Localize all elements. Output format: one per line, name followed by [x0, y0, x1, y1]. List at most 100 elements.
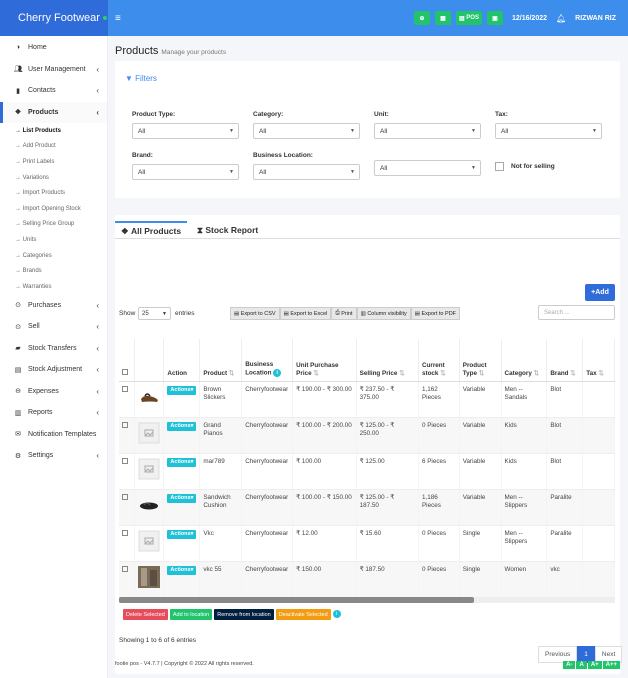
tax [582, 417, 615, 454]
row-checkbox[interactable] [122, 385, 128, 392]
row-checkbox[interactable] [122, 529, 128, 536]
export-excel-button[interactable]: ▤ Export to Excel [279, 307, 332, 320]
not-for-selling-checkbox[interactable] [495, 162, 504, 171]
tab-all-products[interactable]: ❖ All Products [115, 221, 188, 239]
business-location-select[interactable]: All ▼ [253, 164, 360, 180]
actions-dropdown-button[interactable]: Actions▾ [167, 457, 197, 467]
column-visibility-button[interactable]: ▥ Column visibility [356, 307, 411, 320]
header-unit-purchase-price[interactable]: Unit Purchase Price ⇅ [292, 339, 357, 382]
select-all-checkbox[interactable] [122, 368, 128, 375]
table-row[interactable]: Actions▾ vkc 55 Cherryfootwear ₹ 150.00 ₹ 18… [119, 561, 615, 598]
actions-dropdown-button[interactable]: Actions▾ [167, 421, 197, 431]
product-thumbnail [134, 417, 165, 454]
sidebar-item-settings[interactable]: ⚙ Settings ‹ [0, 445, 107, 467]
sidebar-item-stock-adjustment[interactable]: ▤ Stock Adjustment ‹ [0, 359, 107, 381]
actions-dropdown-button[interactable]: Actions▾ [167, 565, 197, 575]
unit-purchase-price: ₹ 150.00 [292, 561, 357, 598]
tax-select[interactable]: All ▼ [495, 123, 602, 139]
table-row[interactable]: Actions▾ Brown Slickers Cherryfootwear ₹ 19… [119, 381, 615, 418]
add-circle-button[interactable]: ⊕ [413, 11, 430, 25]
pos-button[interactable]: ▤ POS [455, 11, 482, 25]
app-brand[interactable]: Cherry Footwear [0, 0, 108, 36]
search-input[interactable]: Search ... [538, 305, 615, 320]
font-reset-button[interactable]: A [576, 661, 587, 669]
sidebar-item-home[interactable]: ◑ Home [0, 37, 107, 59]
sidebar-subitem-brands[interactable]: → Brands [0, 263, 107, 279]
scrollbar-thumb[interactable] [119, 597, 474, 603]
arrow-right-icon: → [15, 190, 23, 197]
sidebar-item-purchases[interactable]: ⊙ Purchases ‹ [0, 295, 107, 317]
header-tax[interactable]: Tax ⇅ [582, 339, 615, 382]
header-current-stock[interactable]: Current stock ⇅ [418, 339, 460, 382]
header-product-type[interactable]: Product Type ⇅ [459, 339, 502, 382]
sidebar-item-expenses[interactable]: ⊖ Expenses ‹ [0, 381, 107, 403]
business-location: Cherryfootwear [241, 381, 294, 418]
sidebar-item-sell[interactable]: ⊙ Sell ‹ [0, 316, 107, 338]
not-for-selling-label: Not for selling [511, 163, 555, 170]
bell-icon[interactable]: 🔔︎ [556, 14, 566, 23]
info-icon[interactable]: i [332, 610, 341, 618]
sidebar-subitem-warranties[interactable]: → Warranties [0, 279, 107, 295]
sidebar-item-user-management[interactable]: 👥︎ User Management ‹ [0, 59, 107, 81]
actions-dropdown-button[interactable]: Actions▾ [167, 385, 197, 395]
sidebar-subitem-categories[interactable]: → Categories [0, 248, 107, 264]
actions-dropdown-button[interactable]: Actions▾ [167, 493, 197, 503]
font-increase-more-button[interactable]: A++ [602, 661, 620, 669]
category-select[interactable]: All ▼ [253, 123, 360, 139]
header-selling-price[interactable]: Selling Price ⇅ [356, 339, 419, 382]
arrow-right-icon: → [15, 127, 23, 134]
filters-toggle[interactable]: ▼ Filters [125, 74, 157, 83]
actions-dropdown-button[interactable]: Actions▾ [167, 529, 197, 539]
select-all-header[interactable] [119, 339, 136, 382]
sidebar-item-contacts[interactable]: ▮ Contacts ‹ [0, 80, 107, 102]
sidebar-subitem-variations[interactable]: → Variations [0, 170, 107, 186]
horizontal-scrollbar[interactable] [119, 597, 615, 603]
header-business-location[interactable]: Business Location i [241, 339, 294, 382]
row-checkbox[interactable] [122, 457, 128, 464]
unit-select[interactable]: All ▼ [374, 123, 481, 139]
sidebar-subitem-list-products[interactable]: → List Products [0, 123, 107, 139]
table-row[interactable]: Actions▾ mar789 Cherryfootwear ₹ 100.00 ₹ 12… [119, 453, 615, 490]
product-thumbnail [134, 489, 165, 526]
row-checkbox[interactable] [122, 565, 128, 572]
sidebar-item-products[interactable]: ❖ Products ‹ [0, 101, 107, 123]
header-category[interactable]: Category ⇅ [501, 339, 548, 382]
font-increase-button[interactable]: A+ [587, 661, 602, 669]
user-menu[interactable]: RIZWAN RIZ [575, 15, 616, 22]
remove-from-location-button[interactable]: Remove from location [214, 609, 274, 620]
header-brand[interactable]: Brand ⇅ [546, 339, 584, 382]
table-row[interactable]: Actions▾ Grand Pianos Cherryfootwear ₹ 100.… [119, 417, 615, 454]
export-pdf-button[interactable]: ▤ Export to PDF [410, 307, 461, 320]
sidebar-subitem-selling-price-group[interactable]: → Selling Price Group [0, 217, 107, 233]
money-button[interactable]: ▣ [486, 11, 503, 25]
brand-select[interactable]: All ▼ [132, 164, 239, 180]
sidebar-subitem-units[interactable]: → Units [0, 232, 107, 248]
sidebar-item-reports[interactable]: ▥ Reports ‹ [0, 402, 107, 424]
row-checkbox[interactable] [122, 493, 128, 500]
header-product[interactable]: Product ⇅ [199, 339, 243, 382]
row-checkbox[interactable] [122, 421, 128, 428]
extra-filter-select[interactable]: All ▼ [374, 160, 481, 176]
sidebar-subitem-print-labels[interactable]: → Print Labels [0, 154, 107, 170]
delete-selected-button[interactable]: Delete Selected [123, 609, 168, 620]
print-button[interactable]: ⎙ Print [331, 307, 357, 320]
sort-icon: ⇅ [313, 369, 319, 377]
product-type-select[interactable]: All ▼ [132, 123, 239, 139]
export-csv-button[interactable]: ▤ Export to CSV [230, 307, 280, 320]
calculator-button[interactable]: ▦ [434, 11, 451, 25]
sidebar-item-notification-templates[interactable]: ✉ Notification Templates [0, 424, 107, 446]
sidebar-subitem-import-products[interactable]: → Import Products [0, 185, 107, 201]
add-to-location-button[interactable]: Add to location [169, 609, 213, 620]
arrow-right-icon: → [15, 205, 23, 212]
sidebar-subitem-import-opening-stock[interactable]: → Import Opening Stock [0, 201, 107, 217]
add-product-button[interactable]: + Add [585, 284, 615, 301]
deactivate-selected-button[interactable]: Deactivate Selected [275, 609, 331, 620]
entries-select[interactable]: 25 ▼ [138, 307, 171, 320]
table-row[interactable]: Actions▾ Vkc Cherryfootwear ₹ 12.00 ₹ 15.60 0… [119, 525, 615, 562]
sidebar-item-stock-transfers[interactable]: ▰ Stock Transfers ‹ [0, 338, 107, 360]
tab-stock-report[interactable]: ⧗ Stock Report [197, 221, 258, 239]
table-row[interactable]: Actions▾ Sandwich Cushion Cherryfootwear ₹ … [119, 489, 615, 526]
font-decrease-button[interactable]: A- [563, 661, 576, 669]
menu-toggle-icon[interactable]: ≡ [115, 13, 121, 24]
sidebar-subitem-add-product[interactable]: → Add Product [0, 139, 107, 155]
